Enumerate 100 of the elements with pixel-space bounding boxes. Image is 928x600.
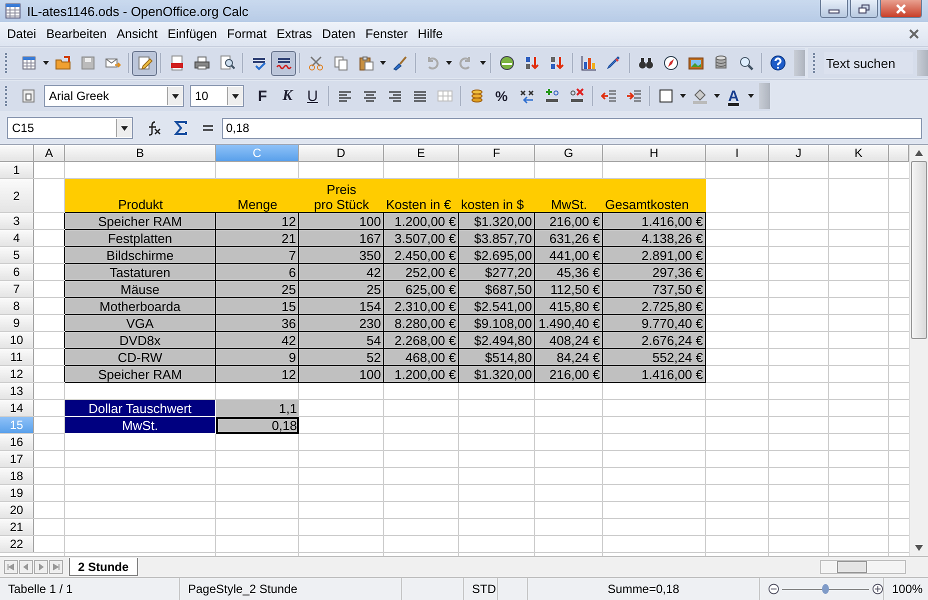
table-cell: 350 xyxy=(299,247,384,264)
menu-item[interactable]: Hilfe xyxy=(412,25,448,43)
column-header[interactable]: G xyxy=(535,145,603,161)
table-cell: 297,36 € xyxy=(603,264,706,281)
font-color-button[interactable]: A xyxy=(721,84,746,108)
table-cell: 2.310,00 € xyxy=(384,298,459,315)
horizontal-scrollbar[interactable] xyxy=(820,560,906,574)
column-header[interactable]: A xyxy=(34,145,65,161)
table-cell: 42 xyxy=(299,264,384,281)
menu-item[interactable]: Bearbeiten xyxy=(41,25,112,43)
dropdown-arrow-icon xyxy=(380,61,386,65)
column-header[interactable]: B xyxy=(65,145,216,161)
table-cell: 1.200,00 € xyxy=(384,366,459,383)
row-header[interactable]: 12 xyxy=(0,366,34,382)
row-header[interactable]: 3 xyxy=(0,213,34,229)
column-header[interactable]: J xyxy=(769,145,829,161)
menu-item[interactable]: Extras xyxy=(272,25,318,43)
row-header[interactable]: 14 xyxy=(0,400,34,416)
row-header[interactable]: 1 xyxy=(0,162,34,178)
page-style-label: PageStyle_2 Stunde xyxy=(180,578,402,600)
clipboard-icon xyxy=(358,55,374,71)
number-format-icon xyxy=(518,88,534,104)
restore-icon xyxy=(858,4,870,14)
row-header[interactable]: 4 xyxy=(0,230,34,246)
menu-item[interactable]: Einfügen xyxy=(162,25,222,43)
column-title-cell: Menge xyxy=(216,179,299,213)
row-header[interactable]: 18 xyxy=(0,468,34,484)
table-cell: 216,00 € xyxy=(535,213,603,230)
toolbar-grip[interactable] xyxy=(813,53,818,73)
row-header[interactable]: 22 xyxy=(0,536,34,552)
column-title-cell: Produkt xyxy=(65,179,216,213)
border-box-icon xyxy=(658,88,674,104)
table-cell: Bildschirme xyxy=(65,247,216,264)
first-sheet-icon xyxy=(7,563,15,571)
table-cell: 4.138,26 € xyxy=(603,230,706,247)
row-header[interactable]: 6 xyxy=(0,264,34,280)
table-cell: $2.541,00 xyxy=(459,298,535,315)
zoom-slider-thumb[interactable] xyxy=(822,584,830,594)
toolbar-grip[interactable] xyxy=(5,53,10,73)
zoom-in-icon[interactable] xyxy=(872,583,883,595)
menu-item[interactable]: Format xyxy=(222,25,272,43)
column-title-cell: kosten in $ xyxy=(459,179,535,213)
close-button[interactable] xyxy=(880,0,922,18)
table-cell: 6 xyxy=(216,264,299,281)
font-size-combo[interactable]: 10 xyxy=(190,85,244,107)
column-header[interactable]: K xyxy=(829,145,889,161)
column-header[interactable]: D xyxy=(299,145,384,161)
menu-item[interactable]: Ansicht xyxy=(112,25,163,43)
table-cell: $687,50 xyxy=(459,281,535,298)
row-header[interactable]: 7 xyxy=(0,281,34,297)
percent-button[interactable]: % xyxy=(489,84,514,108)
vertical-scrollbar[interactable] xyxy=(909,145,928,556)
toolbar-grip[interactable] xyxy=(5,86,10,106)
row-header[interactable]: 21 xyxy=(0,519,34,535)
menu-item[interactable]: Datei xyxy=(2,25,42,43)
column-title-cell: Kosten in € xyxy=(384,179,459,213)
row-header[interactable]: 10 xyxy=(0,332,34,348)
row-header[interactable]: 16 xyxy=(0,434,34,450)
sort-ascending-icon xyxy=(524,55,540,71)
row-header[interactable]: 19 xyxy=(0,485,34,501)
search-field[interactable]: Text suchen xyxy=(824,52,913,74)
column-header[interactable]: E xyxy=(384,145,459,161)
menu-item[interactable]: Daten xyxy=(317,25,360,43)
table-cell: 25 xyxy=(299,281,384,298)
formula-input[interactable]: 0,18 xyxy=(222,118,922,138)
column-header[interactable]: H xyxy=(603,145,706,161)
bold-button[interactable]: F xyxy=(250,84,275,108)
column-header[interactable]: F xyxy=(459,145,535,161)
row-header[interactable]: 5 xyxy=(0,247,34,263)
row-header[interactable]: 20 xyxy=(0,502,34,518)
italic-button[interactable]: K xyxy=(275,84,300,108)
name-box[interactable]: C15 xyxy=(7,117,133,139)
menu-item[interactable]: Fenster xyxy=(360,25,413,43)
table-cell: Speicher RAM xyxy=(65,366,216,383)
row-header[interactable]: 8 xyxy=(0,298,34,314)
table-cell: 3.507,00 € xyxy=(384,230,459,247)
table-cell: 408,24 € xyxy=(535,332,603,349)
row-header[interactable]: 11 xyxy=(0,349,34,365)
table-cell: 415,80 € xyxy=(535,298,603,315)
row-header[interactable]: 13 xyxy=(0,383,34,399)
page-magnifier-icon xyxy=(218,55,234,71)
table-cell: 100 xyxy=(299,366,384,383)
toolbar-button[interactable] xyxy=(271,50,296,76)
database-icon xyxy=(712,55,728,71)
folder-icon xyxy=(54,55,70,71)
restore-button[interactable] xyxy=(850,0,878,18)
scroll-up-icon[interactable] xyxy=(915,150,923,156)
sheet-tab[interactable]: 2 Stunde xyxy=(69,558,138,576)
column-header[interactable]: I xyxy=(706,145,769,161)
minimize-button[interactable] xyxy=(820,0,848,18)
dropdown-arrow-icon xyxy=(42,61,48,65)
table-cell: 2.268,00 € xyxy=(384,332,459,349)
zoom-out-icon[interactable] xyxy=(768,583,780,595)
row-header[interactable]: 9 xyxy=(0,315,34,331)
row-header[interactable]: 2 xyxy=(0,179,34,212)
font-name-combo[interactable]: Arial Greek xyxy=(44,85,184,107)
scroll-down-icon[interactable] xyxy=(915,545,923,551)
underline-button[interactable]: U xyxy=(300,84,325,108)
spellcheck-icon xyxy=(250,55,266,71)
row-header[interactable]: 17 xyxy=(0,451,34,467)
